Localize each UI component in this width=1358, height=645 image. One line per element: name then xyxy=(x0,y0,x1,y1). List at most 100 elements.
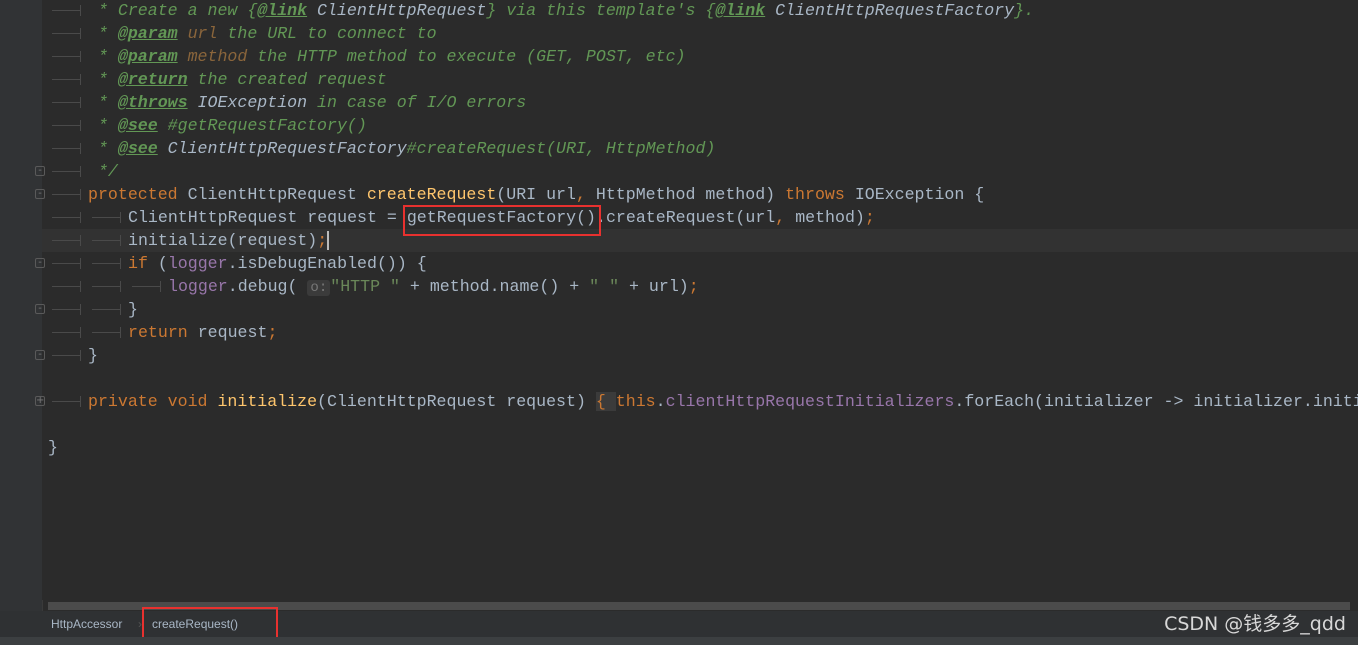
code-token: the HTTP method to execute (GET, POST, e… xyxy=(247,47,686,66)
code-token: } xyxy=(88,346,98,365)
tab-indent-marker xyxy=(48,275,88,298)
code-line[interactable]: * @param url the URL to connect to xyxy=(42,22,1358,45)
code-token: ; xyxy=(688,277,699,296)
code-line[interactable]: protected ClientHttpRequest createReques… xyxy=(42,183,1358,206)
fold-collapse-icon[interactable]: - xyxy=(35,166,45,176)
bottom-strip xyxy=(0,637,1358,645)
code-line[interactable]: } xyxy=(42,436,1358,459)
code-token: ; xyxy=(317,231,330,250)
code-token: IOException xyxy=(187,93,308,112)
code-token: */ xyxy=(88,162,118,181)
highlight-box-breadcrumb xyxy=(142,607,278,641)
code-token: throws xyxy=(785,185,855,204)
code-token: #createRequest(URI, HttpMethod) xyxy=(406,139,716,158)
code-line[interactable]: ClientHttpRequest request = getRequestFa… xyxy=(42,206,1358,229)
tab-indent-marker xyxy=(88,298,128,321)
code-token: @see xyxy=(117,139,158,158)
tab-indent-marker xyxy=(128,275,168,298)
code-token: @see xyxy=(117,116,158,135)
code-token: logger xyxy=(168,277,228,296)
tab-indent-marker xyxy=(48,206,88,229)
code-line[interactable]: * @see ClientHttpRequestFactory#createRe… xyxy=(42,137,1358,160)
code-token: .isDebugEnabled()) { xyxy=(227,254,427,273)
tab-indent-marker xyxy=(48,229,88,252)
code-token: "HTTP " xyxy=(330,277,400,296)
code-line[interactable] xyxy=(42,367,1358,390)
code-line[interactable]: * @see #getRequestFactory() xyxy=(42,114,1358,137)
parameter-hint: o: xyxy=(307,280,331,296)
breadcrumb-item-class[interactable]: HttpAccessor xyxy=(51,611,122,637)
tab-indent-marker xyxy=(48,390,88,413)
fold-collapse-icon[interactable]: - xyxy=(35,350,45,360)
code-token: ; xyxy=(864,208,875,227)
code-token: in case of I/O errors xyxy=(307,93,527,112)
code-token: * xyxy=(88,24,118,43)
code-line[interactable]: private void initialize(ClientHttpReques… xyxy=(42,390,1358,413)
code-token: * xyxy=(88,116,118,135)
code-token: ClientHttpRequest xyxy=(187,185,367,204)
code-token: @param xyxy=(117,24,178,43)
code-token: if xyxy=(128,254,158,273)
code-token: + url) xyxy=(619,277,689,296)
code-token: + method.name() + xyxy=(399,277,590,296)
code-token: (ClientHttpRequest request) xyxy=(317,392,596,411)
code-line[interactable]: */ xyxy=(42,160,1358,183)
tab-indent-marker xyxy=(48,252,88,275)
code-line[interactable]: initialize(request); xyxy=(42,229,1358,252)
fold-collapse-icon[interactable]: - xyxy=(35,304,45,314)
tab-indent-marker xyxy=(48,160,88,183)
code-token: * xyxy=(88,47,118,66)
code-token: ClientHttpRequestFactory xyxy=(765,1,1015,20)
code-token: .debug( xyxy=(227,277,308,296)
code-token: " " xyxy=(589,277,620,296)
code-token: IOException { xyxy=(854,185,985,204)
tab-indent-marker xyxy=(88,252,128,275)
code-token: clientHttpRequestInitializers xyxy=(665,392,955,411)
code-token: . xyxy=(655,392,666,411)
tab-indent-marker xyxy=(48,344,88,367)
code-token: @return xyxy=(117,70,188,89)
code-line[interactable]: if (logger.isDebugEnabled()) { xyxy=(42,252,1358,275)
code-token: ClientHttpRequestFactory xyxy=(157,139,407,158)
tab-indent-marker xyxy=(48,68,88,91)
code-token: initialize xyxy=(217,392,318,411)
fold-collapse-icon[interactable]: - xyxy=(35,189,45,199)
code-editor[interactable]: * Create a new {@link ClientHttpRequest}… xyxy=(42,0,1358,600)
code-token: } via this template's { xyxy=(486,1,716,20)
code-line[interactable]: * @param method the HTTP method to execu… xyxy=(42,45,1358,68)
code-line[interactable]: logger.debug( o: "HTTP " + method.name() … xyxy=(42,275,1358,298)
code-line[interactable]: } xyxy=(42,344,1358,367)
code-token: the created request xyxy=(187,70,387,89)
code-token: * xyxy=(88,139,118,158)
fold-expand-icon[interactable]: + xyxy=(35,396,45,406)
code-token: ( xyxy=(157,254,168,273)
tab-indent-marker xyxy=(48,91,88,114)
fold-collapse-icon[interactable]: - xyxy=(35,258,45,268)
tab-indent-marker xyxy=(48,298,88,321)
tab-indent-marker xyxy=(88,229,128,252)
code-line[interactable]: return request; xyxy=(42,321,1358,344)
code-token: initialize(request) xyxy=(128,231,318,250)
watermark: CSDN @钱多多_qdd xyxy=(1164,613,1346,635)
code-token: } xyxy=(128,300,138,319)
tab-indent-marker xyxy=(48,22,88,45)
code-token: url xyxy=(177,24,218,43)
tab-indent-marker xyxy=(48,137,88,160)
code-token: ClientHttpRequest xyxy=(307,1,487,20)
highlight-box-getrequestfactory xyxy=(403,205,601,236)
code-line[interactable] xyxy=(42,413,1358,436)
code-line[interactable]: * @throws IOException in case of I/O err… xyxy=(42,91,1358,114)
code-token: @param xyxy=(117,47,178,66)
tab-indent-marker xyxy=(88,321,128,344)
code-line[interactable]: * @return the created request xyxy=(42,68,1358,91)
code-token: private void xyxy=(88,392,218,411)
code-token: the URL to connect to xyxy=(217,24,437,43)
code-line[interactable]: * Create a new {@link ClientHttpRequest}… xyxy=(42,0,1358,22)
code-token: { xyxy=(595,392,616,411)
tab-indent-marker xyxy=(48,114,88,137)
code-line[interactable]: } xyxy=(42,298,1358,321)
code-token: HttpMethod method) xyxy=(595,185,786,204)
code-token: return xyxy=(128,323,198,342)
tab-indent-marker xyxy=(88,275,128,298)
code-token: #getRequestFactory() xyxy=(157,116,367,135)
